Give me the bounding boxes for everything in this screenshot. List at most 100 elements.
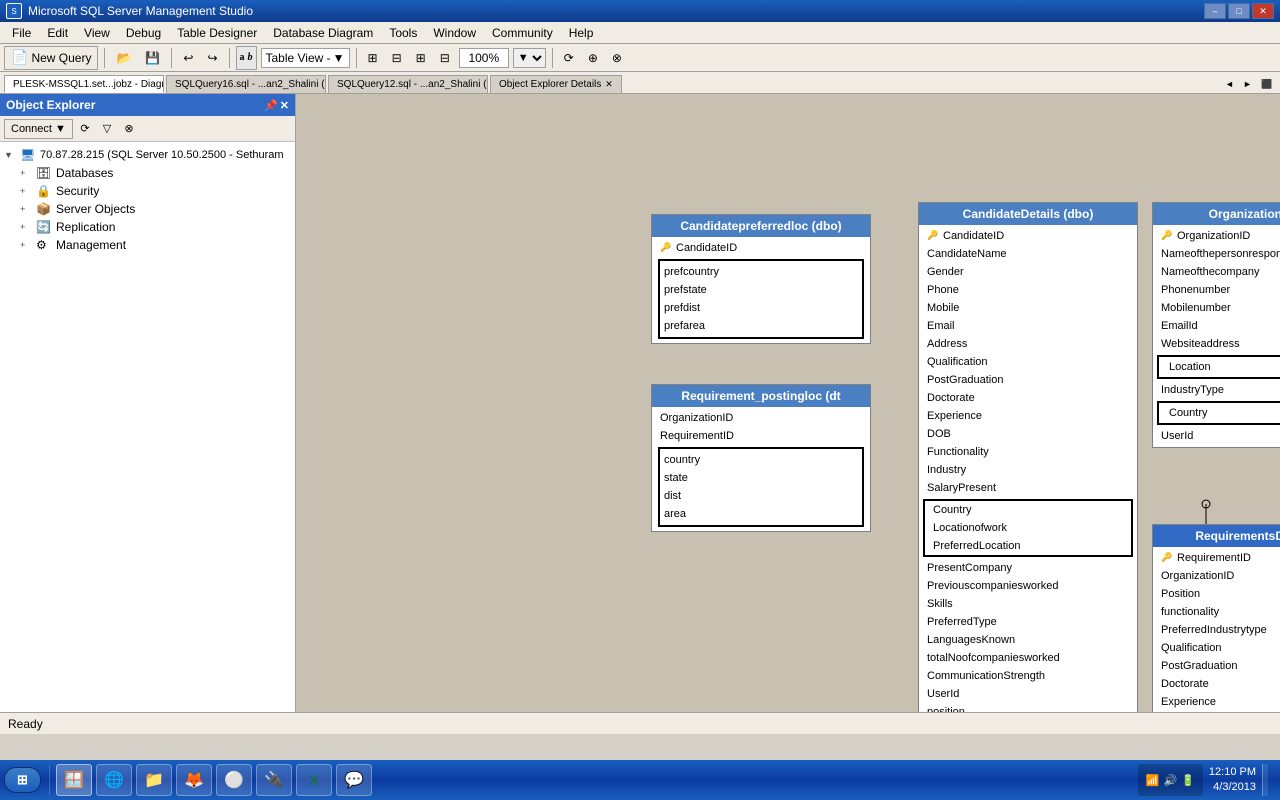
tab-sqlquery1[interactable]: SQLQuery16.sql - ...an2_Shalini (879)) ✕ <box>166 75 326 93</box>
close-button[interactable]: ✕ <box>1252 3 1274 19</box>
menu-debug[interactable]: Debug <box>118 22 169 43</box>
zoom-dropdown[interactable]: ▼ <box>513 48 546 68</box>
toolbar-btn3[interactable]: a b <box>236 46 257 70</box>
field-row: Industry <box>919 461 1137 479</box>
table-candidatepreferredloc[interactable]: Candidatepreferredloc (dbo) 🔑 CandidateI… <box>651 214 871 344</box>
tree-replication[interactable]: + 🔄 Replication <box>0 218 295 236</box>
menu-tools[interactable]: Tools <box>381 22 425 43</box>
key-icon: 🔑 <box>927 230 939 242</box>
tab-oe-details-close[interactable]: ✕ <box>605 79 613 90</box>
toolbar-icon4[interactable]: ⊟ <box>435 46 455 70</box>
oe-header-buttons: 📌 ✕ <box>264 99 289 112</box>
oe-stop-button[interactable]: ⊗ <box>119 119 139 139</box>
field-row: Nameofthepersonresponsibl... <box>1153 245 1280 263</box>
tab-sqlquery2[interactable]: SQLQuery12.sql - ...an2_Shalini (680)) ✕ <box>328 75 488 93</box>
tab-oe-details-label: Object Explorer Details <box>499 79 601 90</box>
ie-icon: 🌐 <box>104 770 124 790</box>
oe-refresh-button[interactable]: ⟳ <box>75 119 95 139</box>
table-requirementsdetailsf[interactable]: RequirementsDetailsf 🔑 RequirementID Org… <box>1152 524 1280 712</box>
tab-scroll-left[interactable]: ◄ <box>1220 75 1236 93</box>
taskbar-talk[interactable]: 💬 <box>336 764 372 796</box>
toolbar-btn1[interactable]: ↩ <box>178 46 198 70</box>
table-candidatedetails[interactable]: CandidateDetails (dbo) 🔑 CandidateID Can… <box>918 202 1138 712</box>
table-requirement-postingloc[interactable]: Requirement_postingloc (dt OrganizationI… <box>651 384 871 532</box>
taskbar-folder[interactable]: 📁 <box>136 764 172 796</box>
menu-edit[interactable]: Edit <box>39 22 76 43</box>
menu-window[interactable]: Window <box>425 22 484 43</box>
toolbar-icon6[interactable]: ⊕ <box>583 46 603 70</box>
toolbar-separator2 <box>171 48 172 68</box>
start-label: ⊞ <box>17 772 28 787</box>
save-button[interactable]: 💾 <box>140 46 165 70</box>
toolbar-btn2[interactable]: ↪ <box>202 46 222 70</box>
field-row: OrganizationID <box>652 409 870 427</box>
tab-scroll-right[interactable]: ► <box>1238 75 1254 93</box>
toolbar-icon2[interactable]: ⊟ <box>387 46 407 70</box>
menu-table-designer[interactable]: Table Designer <box>169 22 265 43</box>
battery-icon: 🔋 <box>1181 774 1195 787</box>
field-row: Mobilenumber <box>1153 299 1280 317</box>
taskbar-ie[interactable]: 🌐 <box>96 764 132 796</box>
tree-server-objects[interactable]: + 📦 Server Objects <box>0 200 295 218</box>
toolbar-separator <box>104 48 105 68</box>
show-desktop-button[interactable] <box>1262 764 1268 796</box>
databases-icon: 🗄 <box>36 166 52 180</box>
start-button[interactable]: ⊞ <box>4 767 41 793</box>
oe-filter-button[interactable]: ▽ <box>97 119 117 139</box>
table-organization-header: Organization (dbo) <box>1153 203 1280 225</box>
zoom-input[interactable] <box>459 48 509 68</box>
table-candidatedetails-body: 🔑 CandidateID CandidateName Gender Phone… <box>919 225 1137 712</box>
databases-expand-icon[interactable]: + <box>20 168 36 178</box>
taskbar-firefox[interactable]: 🦊 <box>176 764 212 796</box>
maximize-button[interactable]: □ <box>1228 3 1250 19</box>
menu-community[interactable]: Community <box>484 22 561 43</box>
menu-view[interactable]: View <box>76 22 118 43</box>
toolbar-icon5[interactable]: ⟳ <box>559 46 579 70</box>
tab-oe-details[interactable]: Object Explorer Details ✕ <box>490 75 622 93</box>
table-organization[interactable]: Organization (dbo) 🔑 OrganizationID Name… <box>1152 202 1280 448</box>
tree-management[interactable]: + ⚙ Management <box>0 236 295 254</box>
taskbar-excel[interactable]: X <box>296 764 332 796</box>
taskbar-explorer[interactable]: 🪟 <box>56 764 92 796</box>
tree-server[interactable]: ▼ 🖥 70.87.28.215 (SQL Server 10.50.2500 … <box>0 146 295 164</box>
management-expand-icon[interactable]: + <box>20 240 36 250</box>
toolbar-icon1[interactable]: ⊞ <box>363 46 383 70</box>
field-row: Gender <box>919 263 1137 281</box>
menu-help[interactable]: Help <box>561 22 602 43</box>
minimize-button[interactable]: – <box>1204 3 1226 19</box>
field-row: PreferredType <box>919 613 1137 631</box>
tab-expand[interactable]: ⬛ <box>1256 75 1276 93</box>
server-label: 70.87.28.215 (SQL Server 10.50.2500 - Se… <box>40 149 284 161</box>
diagram-canvas[interactable]: Candidatepreferredloc (dbo) 🔑 CandidateI… <box>296 94 1280 712</box>
field-row: PreferredIndustrytype <box>1153 621 1280 639</box>
tab-diagram[interactable]: PLESK-MSSQL1.set...jobz - Diagram_1* ✕ <box>4 75 164 93</box>
replication-icon: 🔄 <box>36 220 52 234</box>
menu-database-diagram[interactable]: Database Diagram <box>265 22 381 43</box>
taskbar-network[interactable]: 🔌 <box>256 764 292 796</box>
table-candidatepreferredloc-header: Candidatepreferredloc (dbo) <box>652 215 870 237</box>
server-expand-icon[interactable]: ▼ <box>4 150 20 160</box>
menu-file[interactable]: File <box>4 22 39 43</box>
key-icon: 🔑 <box>1161 230 1173 242</box>
oe-connect-button[interactable]: Connect ▼ <box>4 119 73 139</box>
new-query-button[interactable]: 📄 New Query <box>4 46 98 70</box>
oe-pin-icon[interactable]: 📌 <box>264 99 278 112</box>
tree-databases[interactable]: + 🗄 Databases <box>0 164 295 182</box>
field-row: Mobile <box>919 299 1137 317</box>
serverobj-expand-icon[interactable]: + <box>20 204 36 214</box>
field-row: Websiteaddress <box>1153 335 1280 353</box>
table-view-dropdown[interactable]: Table View - ▼ <box>261 48 350 68</box>
table-candidatedetails-header: CandidateDetails (dbo) <box>919 203 1137 225</box>
field-row: prefstate <box>660 281 862 299</box>
security-expand-icon[interactable]: + <box>20 186 36 196</box>
replication-expand-icon[interactable]: + <box>20 222 36 232</box>
oe-close-icon[interactable]: ✕ <box>280 99 289 112</box>
taskbar-right: 📶 🔊 🔋 12:10 PM 4/3/2013 <box>1138 764 1276 796</box>
taskbar-chrome[interactable]: ⚪ <box>216 764 252 796</box>
tree-security[interactable]: + 🔒 Security <box>0 182 295 200</box>
toolbar-icon7[interactable]: ⊗ <box>607 46 627 70</box>
toolbar-icon3[interactable]: ⊞ <box>411 46 431 70</box>
field-row: Phonenumber <box>1153 281 1280 299</box>
open-file-button[interactable]: 📂 <box>111 46 136 70</box>
main-toolbar: 📄 New Query 📂 💾 ↩ ↪ a b Table View - ▼ ⊞… <box>0 44 1280 72</box>
